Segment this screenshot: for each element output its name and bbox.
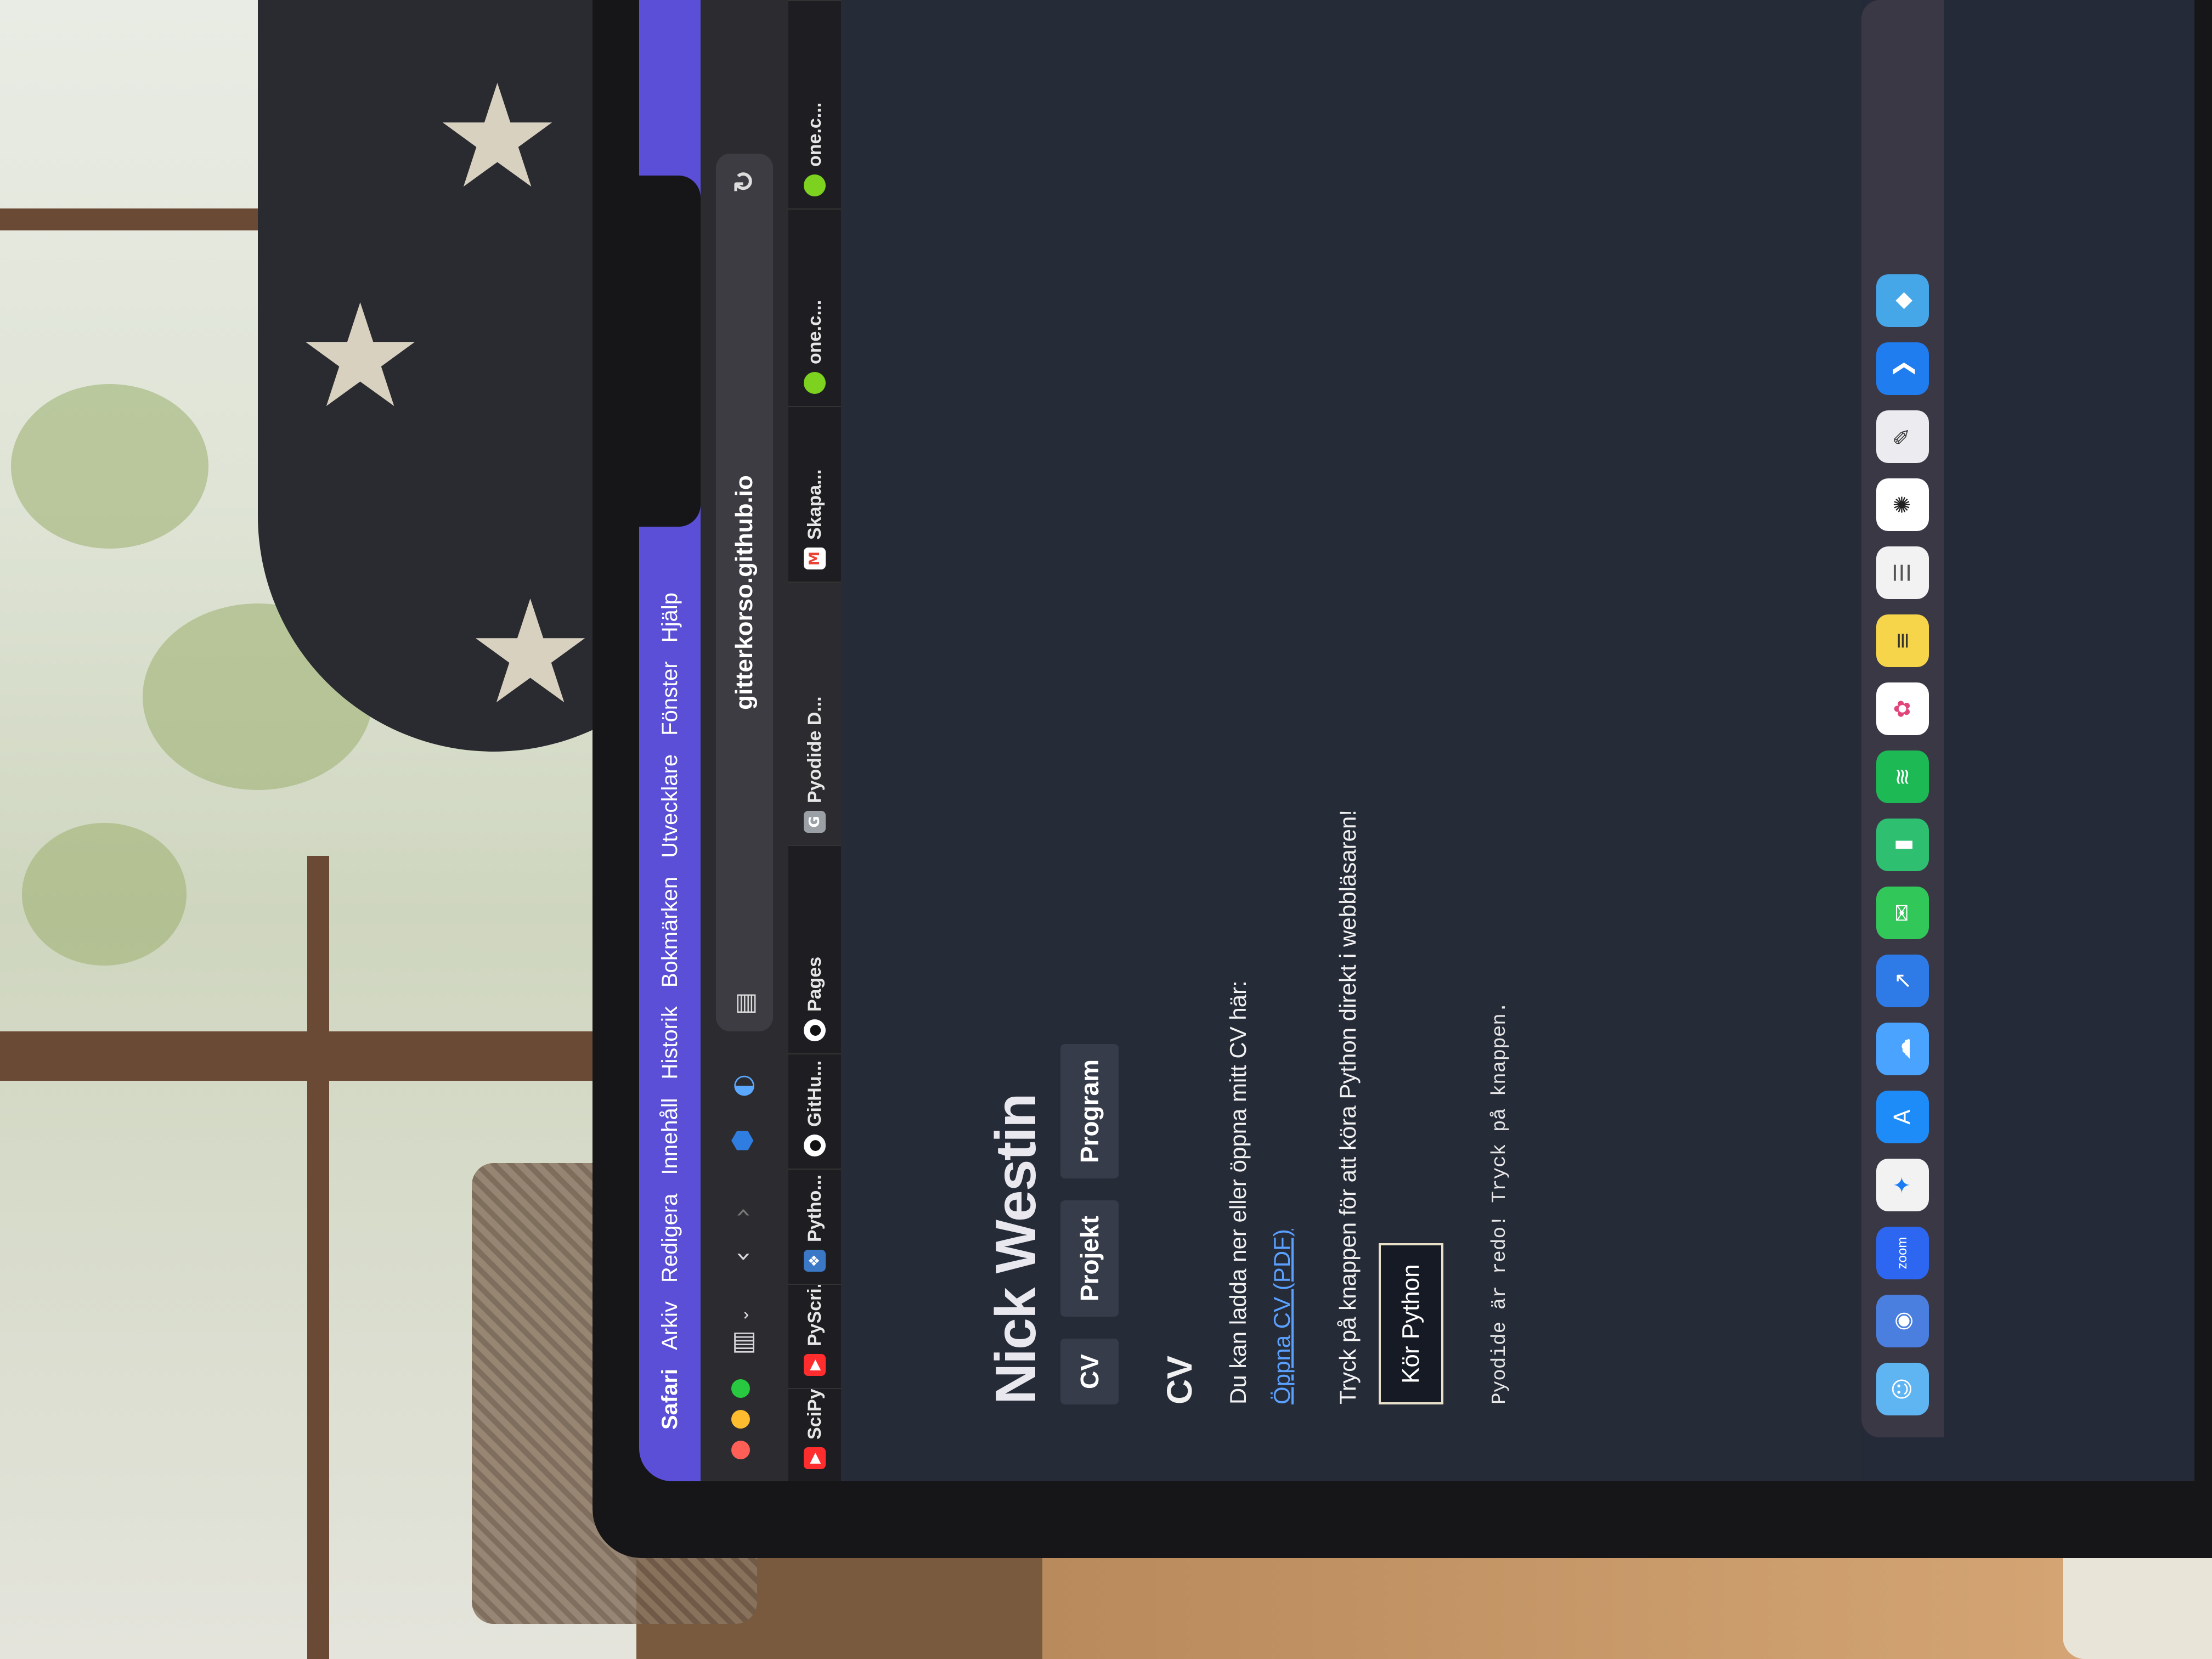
zoom-window-button[interactable] [731, 1379, 750, 1398]
menu-utvecklare[interactable]: Utvecklare [658, 754, 682, 858]
notes-icon[interactable]: ≡ [1876, 614, 1929, 667]
menu-hjalp[interactable]: Hjälp [658, 592, 682, 642]
tab-label: Pages [804, 956, 825, 1012]
star-icon: ★ [433, 54, 562, 220]
camera-notch [639, 176, 701, 527]
tab-label: Pyodide D... [804, 696, 825, 803]
moon-extension-icon[interactable]: ◐ [727, 1074, 758, 1097]
tab-label: Skapa... [804, 469, 825, 540]
vscode-icon[interactable]: ❯ [1876, 342, 1929, 395]
sidebar-icon[interactable]: ▥ [727, 1330, 758, 1355]
tab-label: one.c... [804, 300, 825, 364]
github-icon: ● [804, 1019, 826, 1041]
reminders-icon[interactable]: ☰ [1876, 546, 1929, 599]
section-heading: CV [1160, 1356, 1199, 1404]
safari-icon[interactable]: ✦ [1876, 1159, 1929, 1211]
chevron-down-icon[interactable]: ⌄ [733, 1308, 753, 1322]
pyodide-output: Pyodide är redo! Tryck på knappen. [1488, 1001, 1511, 1404]
foliage [22, 823, 187, 966]
green-dot-icon [804, 174, 826, 196]
dock-app-icon[interactable]: ▮ [1876, 819, 1929, 871]
tab-python[interactable]: ❖ Pytho... [788, 1169, 841, 1284]
weather-icon[interactable]: ☁ [1876, 1023, 1929, 1075]
tab-label: one.c... [804, 102, 825, 167]
python-icon: ❖ [804, 1250, 826, 1272]
tab-label: SciPy... [804, 1388, 825, 1440]
youtube-icon: ▶ [804, 1447, 826, 1469]
menu-safari[interactable]: Safari [658, 1369, 682, 1430]
site-nav: CV Projekt Program [1060, 1043, 1119, 1404]
menu-redigera[interactable]: Redigera [658, 1194, 682, 1283]
finder-icon[interactable]: ☺ [1876, 1363, 1929, 1415]
address-text: gitterkorso.github.io [731, 475, 758, 710]
github-icon: ● [804, 1135, 826, 1156]
messages-icon[interactable]: ✉ [1876, 887, 1929, 939]
tab-bar: ▶ SciPy... ▶ PyScri... ❖ Pytho... ● GitH… [788, 0, 841, 1481]
nav-program-button[interactable]: Program [1060, 1043, 1119, 1179]
window-frame [307, 856, 329, 1659]
web-page: Nick Westin CV Projekt Program CV Du kan… [841, 0, 1861, 1481]
tab-label: PyScri... [804, 1284, 825, 1346]
star-icon: ★ [466, 570, 595, 736]
menu-innehall[interactable]: Innehåll [658, 1098, 682, 1175]
browser-toolbar: ▥ ⌄ ‹ › ⬢ ◐ ▤ gitterkorso.github.io ↻ [701, 0, 788, 1481]
cv-description: Du kan ladda ner eller öppna mitt CV här… [1225, 980, 1251, 1404]
spotify-icon[interactable]: ≋ [1876, 751, 1929, 803]
minimize-window-button[interactable] [731, 1410, 750, 1429]
dock: ☺ ◉ zoom ✦ A ☁ ↗ ✉ ▮ ≋ ✿ ≡ ☰ ✺ ✎ ❯ ◆ [1861, 0, 1944, 1437]
forward-icon[interactable]: › [727, 1207, 758, 1218]
gmail-icon: M [804, 548, 826, 569]
youtube-icon: ▶ [804, 1354, 826, 1376]
reload-icon[interactable]: ↻ [728, 170, 760, 193]
textedit-icon[interactable]: ✎ [1876, 410, 1929, 463]
reader-icon[interactable]: ▤ [731, 992, 759, 1015]
open-cv-link[interactable]: Öppna CV (PDF) [1269, 1229, 1295, 1404]
app-store-icon[interactable]: A [1876, 1091, 1929, 1143]
tab-one-com-2[interactable]: one.c... [788, 0, 841, 208]
address-bar[interactable]: ▤ gitterkorso.github.io ↻ [716, 154, 773, 1031]
menu-arkiv[interactable]: Arkiv [658, 1301, 682, 1350]
tab-one-com-1[interactable]: one.c... [788, 208, 841, 406]
dock-app-icon[interactable]: ◉ [1876, 1295, 1929, 1347]
star-icon: ★ [296, 274, 425, 439]
tab-pyscript[interactable]: ▶ PyScri... [788, 1284, 841, 1388]
green-dot-icon [804, 372, 826, 394]
zoom-icon[interactable]: zoom [1876, 1227, 1929, 1279]
tab-pages[interactable]: ● Pages [788, 845, 841, 1053]
tab-pyodide[interactable]: G Pyodide D... [788, 582, 841, 845]
back-icon[interactable]: ‹ [727, 1251, 758, 1262]
python-description: Tryck på knappen för att köra Python dir… [1335, 809, 1361, 1404]
screen-content: Safari Arkiv Redigera Innehåll Historik … [639, 0, 2194, 1481]
tab-github[interactable]: ● GitHu... [788, 1053, 841, 1169]
foliage [11, 384, 208, 549]
tab-label: Pytho... [804, 1175, 825, 1242]
tab-scipy[interactable]: ▶ SciPy... [788, 1388, 841, 1481]
nav-cv-button[interactable]: CV [1060, 1339, 1119, 1404]
run-python-button[interactable]: Kör Python [1379, 1243, 1443, 1404]
menu-bar: Safari Arkiv Redigera Innehåll Historik … [639, 0, 701, 1481]
close-window-button[interactable] [731, 1441, 750, 1459]
chatgpt-icon[interactable]: ✺ [1876, 478, 1929, 531]
tab-label: GitHu... [804, 1060, 825, 1127]
google-icon: G [804, 811, 826, 833]
photos-icon[interactable]: ✿ [1876, 682, 1929, 735]
tab-skapa[interactable]: M Skapa... [788, 406, 841, 582]
nav-projekt-button[interactable]: Projekt [1060, 1200, 1119, 1317]
stocks-icon[interactable]: ↗ [1876, 955, 1929, 1007]
laptop-screen: Safari Arkiv Redigera Innehåll Historik … [639, 0, 2194, 1481]
dock-app-icon[interactable]: ◆ [1876, 274, 1929, 327]
page-title: Nick Westin [984, 1094, 1048, 1404]
shield-extension-icon[interactable]: ⬢ [727, 1129, 758, 1152]
menu-fonster[interactable]: Fönster [658, 661, 682, 736]
menu-bokmarken[interactable]: Bokmärken [658, 877, 682, 988]
menu-historik[interactable]: Historik [658, 1006, 682, 1079]
